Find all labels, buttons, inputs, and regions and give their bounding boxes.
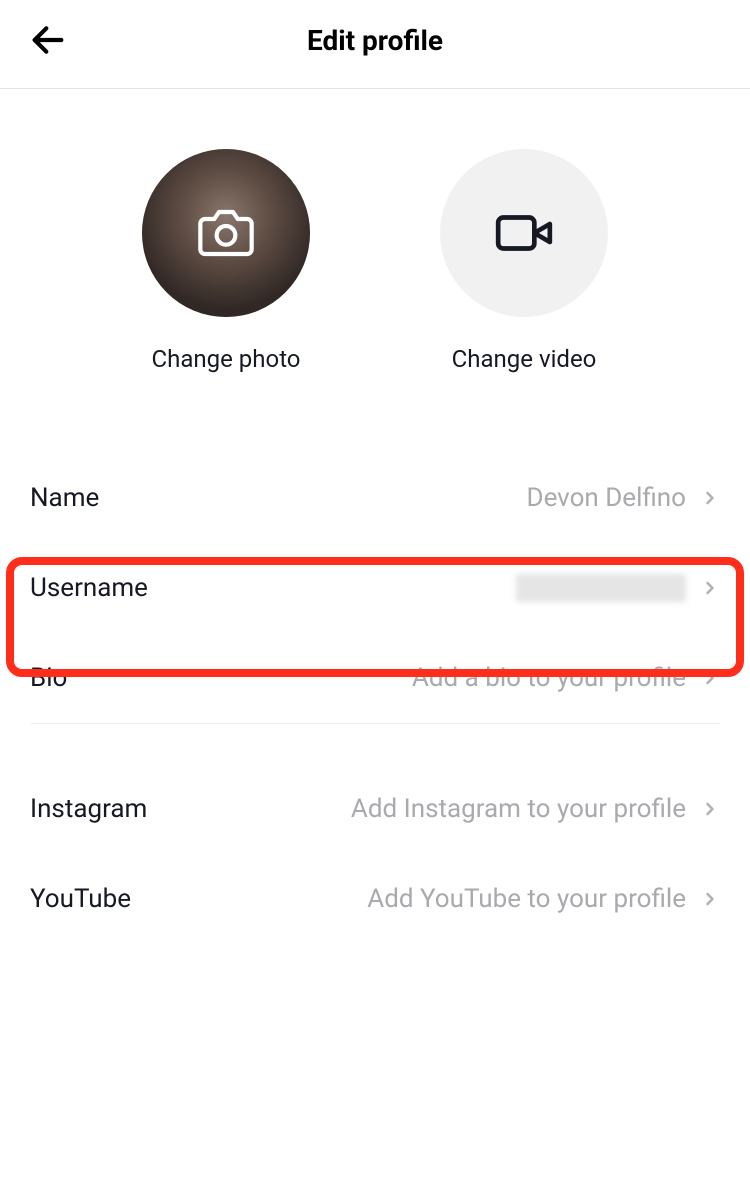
row-name-value: Devon Delfino [527,483,687,513]
row-instagram[interactable]: Instagram Add Instagram to your profile [30,764,720,854]
row-youtube-label: YouTube [30,884,131,914]
settings-list: Name Devon Delfino Username Bio Add a bi… [0,453,750,944]
change-video-label: Change video [452,345,597,373]
page-title: Edit profile [307,24,443,57]
change-photo-button[interactable]: Change photo [142,149,310,373]
row-name[interactable]: Name Devon Delfino [30,453,720,543]
chevron-right-icon [700,578,720,598]
chevron-right-icon [700,889,720,909]
row-bio[interactable]: Bio Add a bio to your profile [30,633,720,724]
camera-icon [198,205,254,261]
chevron-right-icon [700,488,720,508]
row-bio-label: Bio [30,663,67,693]
video-icon [493,202,555,264]
avatar [142,149,310,317]
row-youtube-value: Add YouTube to your profile [367,884,686,914]
chevron-right-icon [700,799,720,819]
row-username[interactable]: Username [30,543,720,633]
change-video-button[interactable]: Change video [440,149,608,373]
arrow-left-icon [28,20,68,60]
row-instagram-value: Add Instagram to your profile [351,794,686,824]
row-username-value-redacted [516,574,686,602]
row-bio-value: Add a bio to your profile [412,663,686,693]
row-username-label: Username [30,573,148,603]
header: Edit profile [0,0,750,89]
change-photo-label: Change photo [152,345,301,373]
video-placeholder [440,149,608,317]
row-youtube[interactable]: YouTube Add YouTube to your profile [30,854,720,944]
media-section: Change photo Change video [0,89,750,453]
chevron-right-icon [700,668,720,688]
back-button[interactable] [28,20,68,60]
row-name-label: Name [30,483,99,513]
row-instagram-label: Instagram [30,794,147,824]
